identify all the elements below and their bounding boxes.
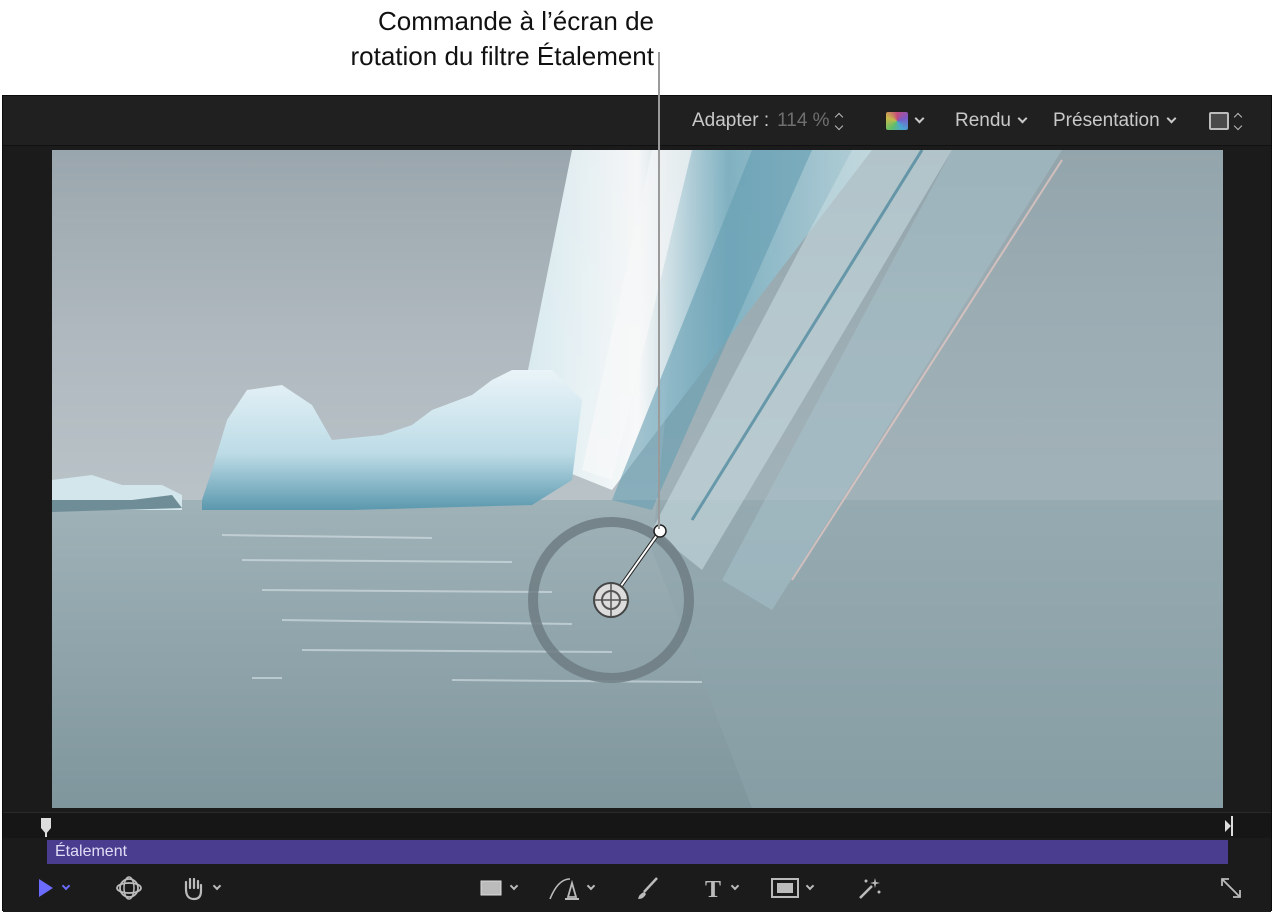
render-menu[interactable]: Rendu (955, 109, 1028, 133)
rectangle-icon (480, 880, 502, 896)
callout-label: Commande à l’écran de rotation du filtre… (180, 4, 655, 74)
select-tool-button[interactable] (37, 874, 71, 902)
viewer-toolbar: Adapter : 114 % Rendu Présentation (3, 96, 1271, 146)
chevron-down-icon (914, 113, 925, 124)
mini-timeline-ruler[interactable] (3, 812, 1271, 838)
view-menu[interactable]: Présentation (1053, 109, 1177, 133)
callout-line-2: rotation du filtre Étalement (350, 41, 655, 71)
layout-menu[interactable] (1209, 109, 1243, 133)
3d-transform-button[interactable] (115, 874, 143, 902)
in-point-marker-icon[interactable] (41, 818, 51, 837)
viewer-canvas[interactable] (52, 150, 1223, 808)
chevron-down-icon (730, 881, 740, 890)
fit-zoom-control[interactable]: Adapter : 114 % (692, 109, 843, 133)
chevron-down-icon (586, 881, 596, 890)
color-channels-icon (886, 112, 908, 130)
square-layout-icon (1209, 112, 1229, 130)
fit-value: 114 % (777, 110, 830, 131)
color-channels-menu[interactable] (886, 109, 925, 133)
paint-tool-button[interactable] (635, 874, 661, 902)
shape-tool-button[interactable] (479, 874, 519, 902)
view-label: Présentation (1053, 110, 1160, 131)
svg-text:T: T (705, 877, 721, 900)
arrow-icon (39, 879, 53, 897)
tool-bar: T (3, 864, 1271, 912)
chevron-down-icon (805, 881, 815, 890)
text-icon: T (705, 877, 721, 900)
out-point-marker-icon[interactable] (1225, 816, 1233, 836)
scene-image (52, 150, 1223, 808)
callout-line-1: Commande à l’écran de (377, 6, 654, 36)
pan-tool-button[interactable] (180, 874, 222, 902)
mask-icon (771, 878, 799, 898)
canvas-window: Adapter : 114 % Rendu Présentation Étale… (2, 95, 1272, 912)
fullscreen-toggle-button[interactable] (1217, 874, 1245, 902)
chevron-down-icon (212, 881, 222, 890)
generator-tool-button[interactable] (856, 874, 882, 902)
magic-wand-icon (859, 878, 881, 899)
stepper-icon (834, 112, 843, 130)
mask-tool-button[interactable] (771, 874, 815, 902)
pen-icon (549, 878, 579, 900)
chevron-down-icon (1166, 113, 1177, 124)
chevron-down-icon (1017, 113, 1028, 124)
expand-icon (1221, 878, 1241, 898)
brush-icon (638, 877, 658, 899)
chevron-down-icon (509, 881, 519, 890)
bezier-tool-button[interactable] (548, 874, 596, 902)
orbit-icon (116, 876, 142, 900)
fit-label: Adapter : (692, 110, 770, 131)
text-tool-button[interactable]: T (702, 874, 740, 902)
rotation-handle-knob (653, 524, 667, 538)
chevron-down-icon (61, 881, 71, 890)
effect-clip-bar[interactable]: Étalement (47, 840, 1228, 864)
stepper-icon (1233, 112, 1243, 130)
render-label: Rendu (955, 110, 1011, 131)
clip-label: Étalement (55, 843, 128, 860)
hand-icon (184, 877, 203, 901)
